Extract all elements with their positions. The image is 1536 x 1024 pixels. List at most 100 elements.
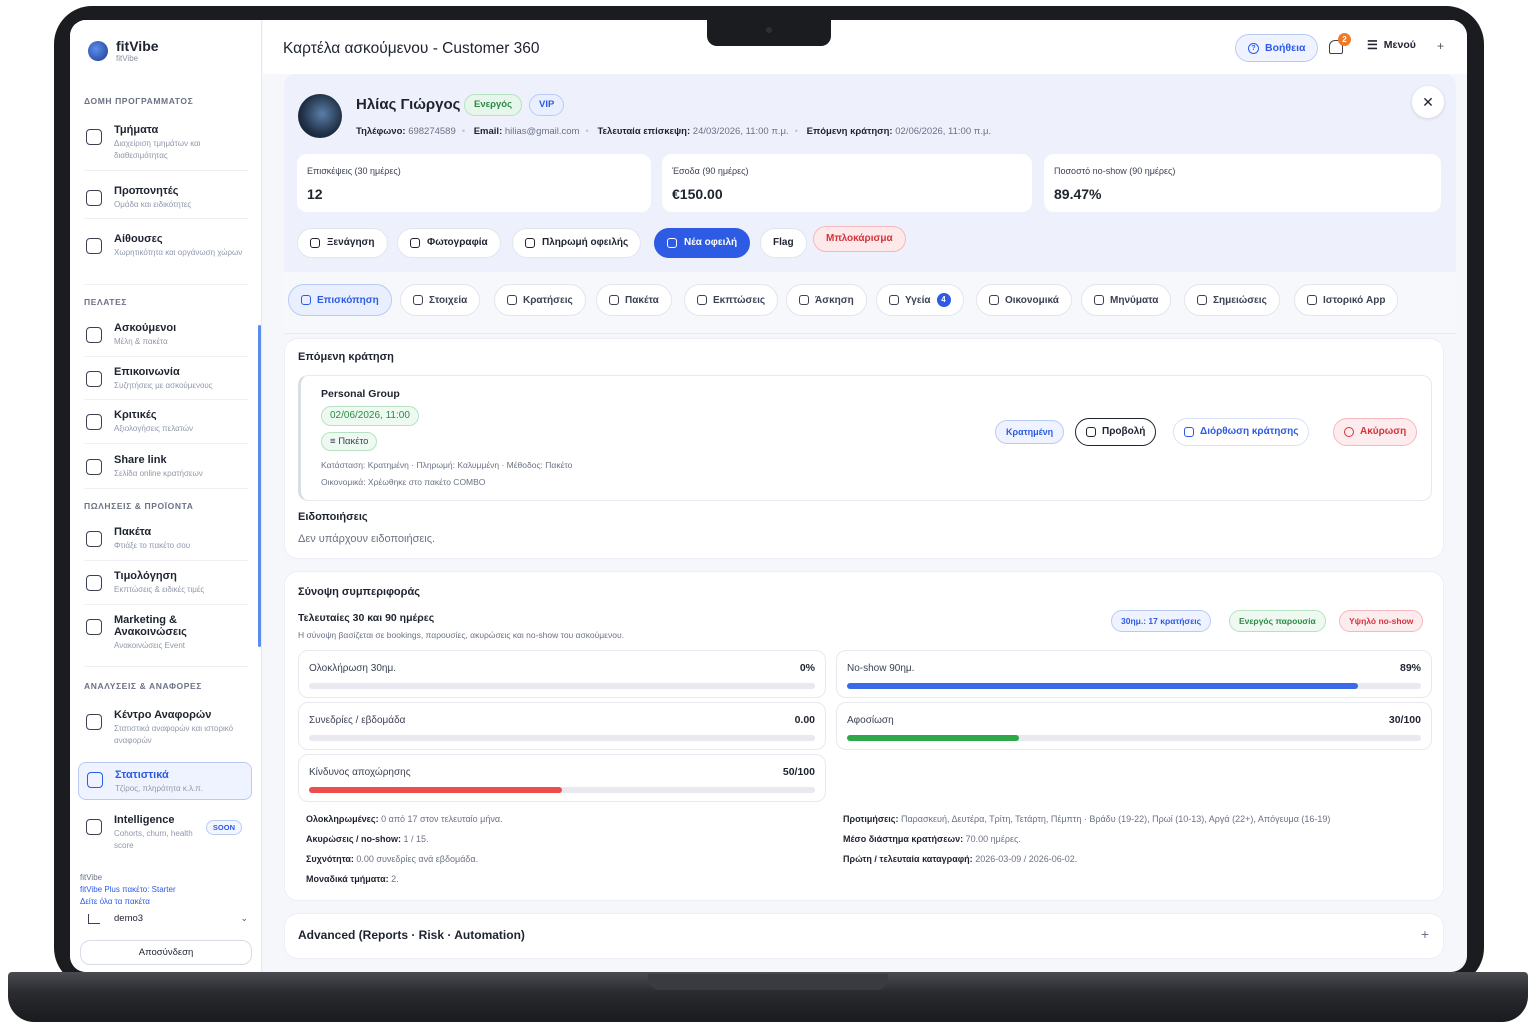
tab-overview[interactable]: Επισκόπηση	[288, 284, 392, 316]
view-button[interactable]: Προβολή	[1075, 418, 1157, 446]
sidebar-item-label: Κριτικές	[114, 409, 157, 421]
stat-label: Ποσοστό no-show (90 ημέρες)	[1054, 166, 1176, 176]
users-icon	[86, 190, 102, 206]
stat-no-show: Ποσοστό no-show (90 ημέρες) 89.47%	[1044, 154, 1441, 212]
tab-notes[interactable]: Σημειώσεις	[1184, 284, 1280, 316]
block-button[interactable]: Μπλοκάρισμα	[813, 226, 906, 252]
fact-value: 1 / 15.	[403, 834, 429, 844]
metric-fill	[847, 683, 1358, 689]
section-program-structure: ΔΟΜΗ ΠΡΟΓΡΑΜΜΑΤΟΣ	[84, 96, 194, 106]
fact-key: Προτιμήσεις:	[843, 814, 899, 824]
sidebar-item-departments[interactable]: Τμήματα Διαχείριση τμημάτων και διαθεσιμό…	[78, 118, 252, 168]
edit-booking-button[interactable]: Διόρθωση κράτησης	[1173, 418, 1310, 446]
sidebar-item-pricing[interactable]: Τιμολόγηση Εκπτώσεις & ειδικές τιμές	[78, 564, 252, 602]
chat-icon	[86, 371, 102, 387]
help-icon: ?	[1248, 42, 1259, 54]
sidebar-item-share-link[interactable]: Share link Σελίδα online κρατήσεων	[78, 448, 252, 486]
sidebar-item-members[interactable]: Ασκούμενοι Μέλη & πακέτα	[78, 316, 252, 354]
sidebar-item-communication[interactable]: Επικοινωνία Συζητήσεις με ασκούμενους	[78, 360, 252, 398]
sidebar-item-label: Share link	[114, 454, 167, 466]
photo-label: Φωτογραφία	[427, 237, 488, 248]
fact-key: Συχνότητα:	[306, 854, 354, 864]
brand[interactable]: fitVibe fitVibe	[88, 38, 159, 63]
dumbbell-icon	[799, 295, 809, 305]
fact-value: 70.00 ημέρες.	[965, 834, 1021, 844]
cancel-booking-button[interactable]: Ακύρωση	[1333, 418, 1418, 446]
cancel-label: Ακύρωση	[1360, 426, 1407, 437]
tab-health[interactable]: Υγεία 4	[876, 284, 964, 316]
help-button[interactable]: ? Βοήθεια	[1235, 34, 1319, 62]
sidebar-item-reports-center[interactable]: Κέντρο Αναφορών Στατιστικά αναφορών και ι…	[78, 703, 252, 753]
card-title: Επόμενη κράτηση	[298, 351, 394, 363]
flag-label: Flag	[773, 237, 794, 248]
heart-icon	[889, 295, 899, 305]
sidebar-item-sub: Διαχείριση τμημάτων και διαθεσιμότητας	[114, 139, 201, 160]
sidebar-item-sub: Τζίρος, πληρότητα κ.λ.π.	[115, 784, 204, 793]
plan-name: fitVibe Plus πακέτο: Starter	[80, 885, 176, 894]
pay-debt-button[interactable]: Πληρωμή οφειλής	[512, 228, 642, 258]
booking-class: Personal Group	[321, 388, 400, 400]
sidebar-item-label: Intelligence	[114, 814, 175, 826]
logout-button[interactable]: Αποσύνδεση	[80, 940, 252, 965]
expand-plus-icon[interactable]: +	[1421, 926, 1429, 942]
receipt-icon	[989, 295, 999, 305]
metric-value: 30/100	[1388, 714, 1421, 726]
sidebar-item-statistics[interactable]: Στατιστικά Τζίρος, πληρότητα κ.λ.π.	[78, 762, 252, 800]
sidebar-item-packages[interactable]: Πακέτα Φτιάξε το πακέτο σου	[78, 520, 252, 558]
sidebar-scrollbar[interactable]	[258, 325, 261, 647]
tour-button[interactable]: Ξενάγηση	[297, 228, 388, 258]
flag-button[interactable]: Flag	[760, 228, 807, 258]
photo-button[interactable]: Φωτογραφία	[397, 228, 501, 258]
tab-finance[interactable]: Οικονομικά	[976, 284, 1072, 316]
sidebar-item-sub: Στατιστικά αναφορών και ιστορικό αναφορώ…	[114, 724, 234, 745]
health-count-badge: 4	[936, 293, 951, 307]
metric-sessions-per-week: Συνεδρίες / εβδομάδα 0.00	[298, 702, 826, 750]
sidebar-item-rooms[interactable]: Αίθουσες Χωρητικότητα και οργάνωση χώρων	[78, 227, 252, 265]
plans-link[interactable]: Δείτε όλα τα πακέτα	[80, 896, 176, 908]
calendar-icon	[1184, 427, 1194, 437]
metric-value: 89%	[1399, 662, 1421, 674]
sidebar-item-sub: Χωρητικότητα και οργάνωση χώρων	[114, 248, 243, 257]
divider	[84, 284, 248, 285]
tab-details[interactable]: Στοιχεία	[400, 284, 481, 316]
metric-track	[847, 683, 1421, 689]
sidebar-item-marketing[interactable]: Marketing & Ανακοινώσεις Ανακοινώσεις Eve…	[78, 608, 252, 658]
tab-exercise[interactable]: Άσκηση	[786, 284, 867, 316]
menu-button[interactable]: ☰ Μενού	[1367, 38, 1416, 52]
new-debt-button[interactable]: Νέα οφειλή	[654, 228, 751, 258]
tab-packages[interactable]: Πακέτα	[596, 284, 672, 316]
last-visit-value: 24/03/2026, 11:00 π.μ.	[692, 126, 789, 137]
tab-label: Οικονομικά	[1005, 294, 1059, 306]
stat-revenue: Έσοδα (90 ημέρες) €150.00	[662, 154, 1032, 212]
metric-value: 0.00	[794, 714, 815, 726]
tab-discounts[interactable]: Εκπτώσεις	[684, 284, 779, 316]
block-label: Μπλοκάρισμα	[826, 233, 893, 244]
plus-icon[interactable]: +	[1437, 39, 1444, 53]
fact-completed: Ολοκληρωμένες: 0 από 17 στον τελευταίο μ…	[306, 814, 503, 824]
sidebar-item-intelligence[interactable]: Intelligence Cohorts, churn, health score…	[78, 808, 252, 858]
behavior-summary-card: Σύνοψη συμπεριφοράς Τελευταίες 30 και 90…	[284, 571, 1444, 901]
chevron-down-icon: ⌄	[240, 913, 248, 923]
tab-bookings[interactable]: Κρατήσεις	[494, 284, 586, 316]
divider	[84, 604, 248, 605]
notifications-empty: Δεν υπάρχουν ειδοποιήσεις.	[298, 533, 436, 545]
email-value[interactable]: hilias@gmail.com	[505, 126, 580, 137]
sidebar-item-label: Marketing & Ανακοινώσεις	[114, 614, 187, 638]
notification-count-badge: 2	[1338, 33, 1351, 46]
user-switcher[interactable]: demo3 ⌄	[88, 913, 248, 924]
tab-label: Κρατήσεις	[523, 294, 573, 306]
hamburger-icon: ☰	[1367, 38, 1378, 52]
sidebar-item-trainers[interactable]: Προπονητές Ομάδα και ειδικότητες	[78, 179, 252, 217]
metric-track	[309, 735, 815, 741]
advanced-accordion[interactable]: Advanced (Reports · Risk · Automation) +	[284, 913, 1444, 959]
sidebar-item-label: Κέντρο Αναφορών	[114, 709, 212, 721]
camera-notch	[707, 20, 831, 46]
close-button[interactable]: ✕	[1412, 86, 1444, 118]
tab-messages[interactable]: Μηνύματα	[1081, 284, 1172, 316]
menu-label: Μενού	[1383, 39, 1416, 51]
chart-icon	[87, 772, 103, 788]
tab-app-history[interactable]: Ιστορικό App	[1294, 284, 1399, 316]
chart-icon	[301, 295, 311, 305]
avatar[interactable]	[298, 94, 342, 138]
sidebar-item-reviews[interactable]: Κριτικές Αξιολογήσεις πελατών	[78, 403, 252, 441]
